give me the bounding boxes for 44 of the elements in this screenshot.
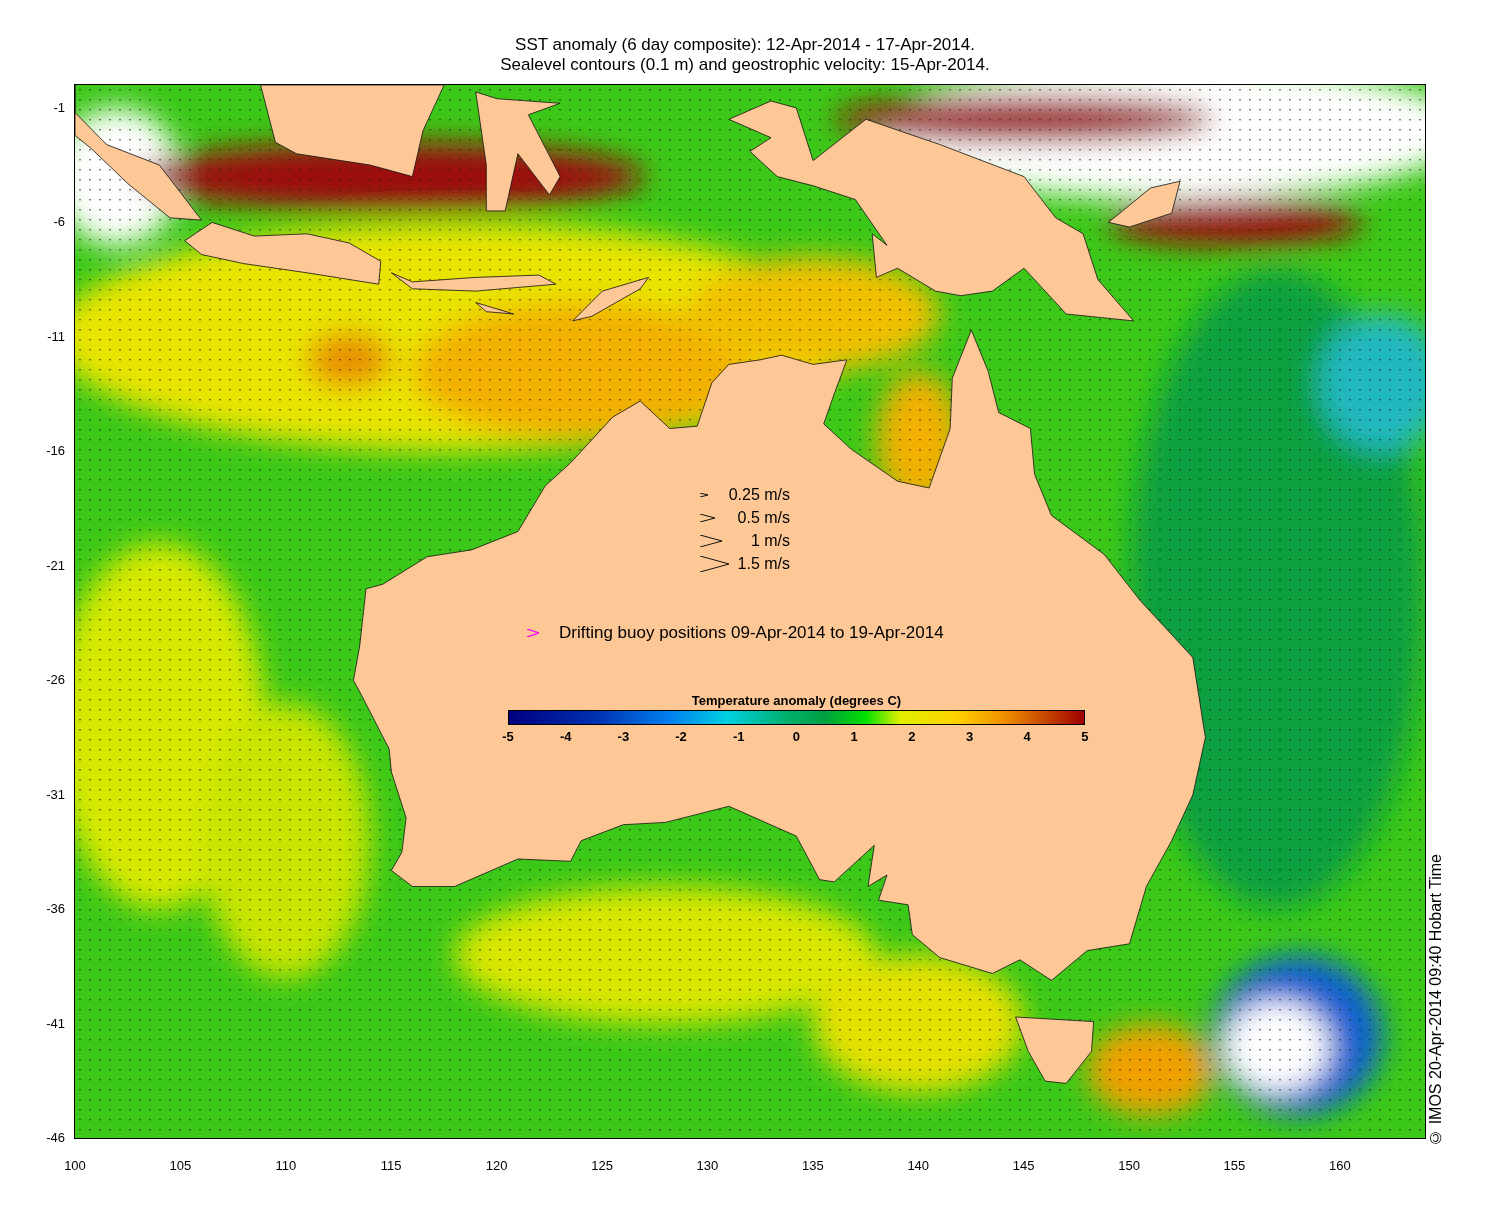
- colorbar-tick-label: -5: [501, 729, 515, 744]
- chart-title: SST anomaly (6 day composite): 12-Apr-2014 - 17-Apr-2014.: [515, 35, 975, 55]
- longitude-label: 130: [695, 1158, 720, 1173]
- colorbar-tick-label: -2: [674, 729, 688, 744]
- longitude-label: 140: [906, 1158, 931, 1173]
- latitude-label: -16: [46, 443, 65, 460]
- velocity-scale-label: 0.5 m/s: [737, 508, 790, 527]
- colorbar-tick-label: -4: [558, 729, 573, 744]
- colorbar-tick-label: 1: [849, 729, 859, 744]
- latitude-label: -36: [46, 901, 65, 918]
- longitude-label: 150: [1117, 1158, 1141, 1173]
- colorbar-title: Temperature anomaly (degrees C): [691, 692, 902, 710]
- colorbar-tick-label: 5: [1080, 729, 1090, 744]
- longitude-label: 105: [168, 1158, 193, 1173]
- latitude-label: -31: [46, 786, 65, 803]
- colorbar-tick-label: -3: [616, 729, 631, 744]
- latitude-label: -26: [46, 672, 65, 689]
- longitude-label: 145: [1011, 1158, 1036, 1173]
- longitude-label: 160: [1328, 1158, 1352, 1173]
- colorbar-tick-label: 0: [791, 729, 802, 744]
- latitude-label: -11: [47, 328, 65, 345]
- latitude-label: -6: [53, 214, 65, 231]
- colorbar-tick-label: 2: [907, 729, 917, 744]
- latitude-label: -41: [46, 1015, 65, 1032]
- latitude-label: -1: [53, 100, 65, 116]
- copyright-label: © IMOS 20-Apr-2014 09:40 Hobart Time: [1427, 854, 1445, 1146]
- velocity-scale-label: 0.25 m/s: [728, 485, 790, 504]
- buoy-legend-label: Drifting buoy positions 09-Apr-2014 to 19-Apr-2014: [559, 623, 944, 643]
- longitude-label: 155: [1222, 1158, 1247, 1173]
- colorbar-tick-label: 4: [1022, 729, 1032, 744]
- longitude-label: 100: [63, 1158, 87, 1173]
- latitude-label: -46: [46, 1129, 65, 1146]
- colorbar-tick-label: 3: [964, 729, 975, 744]
- longitude-label: 115: [379, 1158, 403, 1173]
- chart-title: Sealevel contours (0.1 m) and geostrophic velocity: 15-Apr-2014.: [500, 55, 990, 75]
- colorbar-tick-label: -1: [731, 729, 746, 744]
- latitude-label: -21: [46, 557, 65, 574]
- longitude-label: 135: [801, 1158, 825, 1173]
- buoy-marker-icon: [527, 629, 539, 637]
- longitude-label: 125: [590, 1158, 614, 1173]
- velocity-scale-label: 1.5 m/s: [737, 554, 790, 573]
- longitude-label: 110: [274, 1158, 298, 1173]
- velocity-scale-label: 1 m/s: [750, 531, 790, 550]
- longitude-label: 120: [484, 1158, 509, 1173]
